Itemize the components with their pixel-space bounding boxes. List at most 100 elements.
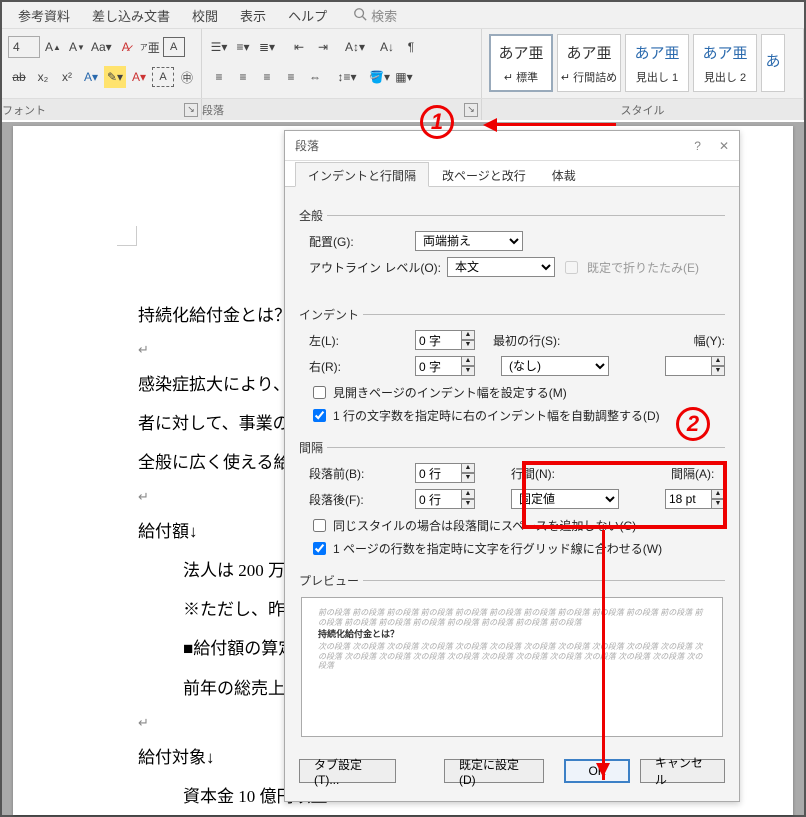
- dialog-titlebar: 段落 ? ✕: [285, 131, 739, 161]
- enclose-char-icon[interactable]: A: [163, 37, 185, 57]
- bullets-icon[interactable]: ☰▾: [208, 36, 230, 58]
- borders-icon[interactable]: ▦▾: [393, 66, 415, 88]
- style-heading1[interactable]: あア亜見出し 1: [625, 34, 689, 92]
- font-launcher-icon[interactable]: ↘: [184, 103, 198, 117]
- page-corner-mark: [117, 226, 137, 246]
- preview-after-text: 次の段落 次の段落 次の段落 次の段落 次の段落 次の段落 次の段落 次の段落 …: [318, 642, 706, 671]
- indent-left-spinner[interactable]: ▲▼: [415, 330, 475, 350]
- tabs-button[interactable]: タブ設定(T)...: [299, 759, 396, 783]
- align-justify-icon[interactable]: ≡: [280, 66, 302, 88]
- tab-indent-spacing[interactable]: インデントと行間隔: [295, 162, 429, 187]
- tab-review[interactable]: 校閲: [184, 2, 226, 29]
- auto-adjust-chk[interactable]: [313, 409, 326, 422]
- search-placeholder: 検索: [371, 6, 397, 25]
- nospace-same-style-label: 同じスタイルの場合は段落間にスペースを追加しない(C): [333, 517, 636, 534]
- search-icon: [353, 7, 367, 24]
- group-styles-label: スタイル: [621, 102, 665, 118]
- tab-asian-typography[interactable]: 体裁: [539, 162, 589, 187]
- font-color-icon[interactable]: A▾: [128, 66, 150, 88]
- enclosed-char-icon[interactable]: ㊥: [176, 66, 198, 88]
- show-marks-icon[interactable]: ¶: [400, 36, 422, 58]
- firstline-label: 最初の行(S):: [481, 332, 560, 349]
- distribute-icon[interactable]: ⇔: [304, 66, 326, 88]
- dialog-tabs: インデントと行間隔 改ページと改行 体裁: [285, 161, 739, 187]
- sort-icon[interactable]: A↓: [376, 36, 398, 58]
- style-more[interactable]: あ: [761, 34, 785, 92]
- style-nospacing[interactable]: あア亜↵ 行間詰め: [557, 34, 621, 92]
- alignment-label: 配置(G):: [299, 233, 409, 250]
- tab-mailings[interactable]: 差し込み文書: [84, 2, 178, 29]
- tab-view[interactable]: 表示: [232, 2, 274, 29]
- outline-label: アウトライン レベル(O):: [299, 259, 441, 276]
- align-center-icon[interactable]: ≡: [232, 66, 254, 88]
- snap-to-grid-chk[interactable]: [313, 542, 326, 555]
- increase-indent-icon[interactable]: ⇥: [312, 36, 334, 58]
- indent-right-spinner[interactable]: ▲▼: [415, 356, 475, 376]
- font-size-combo[interactable]: 4: [8, 36, 40, 58]
- group-paragraph: ☰▾ ≡▾ ≣▾ ⇤ ⇥ A↕▾ A↓ ¶ ≡ ≡ ≡ ≡ ⇔ ↕≡▾: [202, 29, 482, 98]
- group-paragraph-label: 段落: [202, 102, 224, 118]
- align-right-icon[interactable]: ≡: [256, 66, 278, 88]
- indent-left-label: 左(L):: [299, 332, 409, 349]
- style-normal[interactable]: あア亜↵ 標準: [489, 34, 553, 92]
- grow-font-icon[interactable]: A▲: [42, 36, 64, 58]
- linespacing-label: 行間(N):: [511, 465, 571, 482]
- ok-button[interactable]: OK: [564, 759, 629, 783]
- space-after-spinner[interactable]: ▲▼: [415, 489, 475, 509]
- text-direction-icon[interactable]: A↕▾: [344, 36, 366, 58]
- strike-icon[interactable]: ab: [8, 66, 30, 88]
- group-styles: あア亜↵ 標準 あア亜↵ 行間詰め あア亜見出し 1 あア亜見出し 2 あ: [482, 29, 804, 98]
- text-effects-icon[interactable]: A▾: [80, 66, 102, 88]
- highlight-icon[interactable]: ✎▾: [104, 66, 126, 88]
- ribbon-commands: 4 A▲ A▼ Aa▾ A̷ ア亜 A ab x₂ x² A▾ ✎▾ A▾ A …: [2, 28, 804, 98]
- indent-width-spinner[interactable]: ▲▼: [665, 356, 725, 376]
- help-icon[interactable]: ?: [694, 139, 701, 153]
- section-indent: インデント: [299, 306, 363, 323]
- mirror-indents-chk[interactable]: [313, 386, 326, 399]
- align-left-icon[interactable]: ≡: [208, 66, 230, 88]
- ribbon-tabs: 参考資料 差し込み文書 校閲 表示 ヘルプ 検索: [2, 2, 804, 28]
- paragraph-launcher-icon[interactable]: ↘: [464, 103, 478, 117]
- phonetic-guide-icon[interactable]: ア亜: [139, 36, 161, 58]
- shrink-font-icon[interactable]: A▼: [66, 36, 88, 58]
- tab-help[interactable]: ヘルプ: [280, 2, 335, 29]
- spacingval-spinner[interactable]: ▲▼: [665, 489, 725, 509]
- char-border-icon[interactable]: A: [152, 67, 174, 87]
- ribbon-area: 参考資料 差し込み文書 校閲 表示 ヘルプ 検索 4 A▲ A▼ Aa▾ A̷ …: [2, 2, 804, 120]
- tab-references[interactable]: 参考資料: [10, 2, 78, 29]
- close-icon[interactable]: ✕: [719, 139, 729, 153]
- style-heading2[interactable]: あア亜見出し 2: [693, 34, 757, 92]
- linespacing-select[interactable]: 固定値: [511, 489, 619, 509]
- clear-formatting-icon[interactable]: A̷: [115, 36, 137, 58]
- shading-icon[interactable]: 🪣▾: [368, 66, 391, 88]
- outline-select[interactable]: 本文: [447, 257, 555, 277]
- subscript-icon[interactable]: x₂: [32, 66, 54, 88]
- space-after-label: 段落後(F):: [299, 491, 409, 508]
- change-case-icon[interactable]: Aa▾: [90, 36, 113, 58]
- preview-box: 前の段落 前の段落 前の段落 前の段落 前の段落 前の段落 前の段落 前の段落 …: [301, 597, 723, 737]
- spacingval-label: 間隔(A):: [671, 465, 725, 482]
- snap-to-grid-label: 1 ページの行数を指定時に文字を行グリッド線に合わせる(W): [333, 540, 662, 557]
- multilevel-icon[interactable]: ≣▾: [256, 36, 278, 58]
- nospace-same-style-chk[interactable]: [313, 519, 326, 532]
- line-spacing-icon[interactable]: ↕≡▾: [336, 66, 358, 88]
- group-font: 4 A▲ A▼ Aa▾ A̷ ア亜 A ab x₂ x² A▾ ✎▾ A▾ A …: [2, 29, 202, 98]
- superscript-icon[interactable]: x²: [56, 66, 78, 88]
- search-box[interactable]: 検索: [353, 6, 397, 25]
- preview-sample-line: 持続化給付金とは？: [318, 629, 706, 640]
- auto-adjust-label: 1 行の文字数を指定時に右のインデント幅を自動調整する(D): [333, 407, 660, 424]
- section-general: 全般: [299, 207, 327, 224]
- alignment-select[interactable]: 両端揃え: [415, 231, 523, 251]
- section-preview: プレビュー: [299, 572, 363, 589]
- decrease-indent-icon[interactable]: ⇤: [288, 36, 310, 58]
- numbering-icon[interactable]: ≡▾: [232, 36, 254, 58]
- space-before-label: 段落前(B):: [299, 465, 409, 482]
- cancel-button[interactable]: キャンセル: [640, 759, 725, 783]
- space-before-spinner[interactable]: ▲▼: [415, 463, 475, 483]
- group-labels: フォント↘ 段落↘ スタイル: [2, 98, 804, 120]
- set-default-button[interactable]: 既定に設定(D): [444, 759, 544, 783]
- paragraph-dialog: 段落 ? ✕ インデントと行間隔 改ページと改行 体裁 全般 配置(G): 両端…: [284, 130, 740, 802]
- tab-line-page-breaks[interactable]: 改ページと改行: [429, 162, 539, 187]
- firstline-select[interactable]: (なし): [501, 356, 609, 376]
- indent-right-label: 右(R):: [299, 358, 409, 375]
